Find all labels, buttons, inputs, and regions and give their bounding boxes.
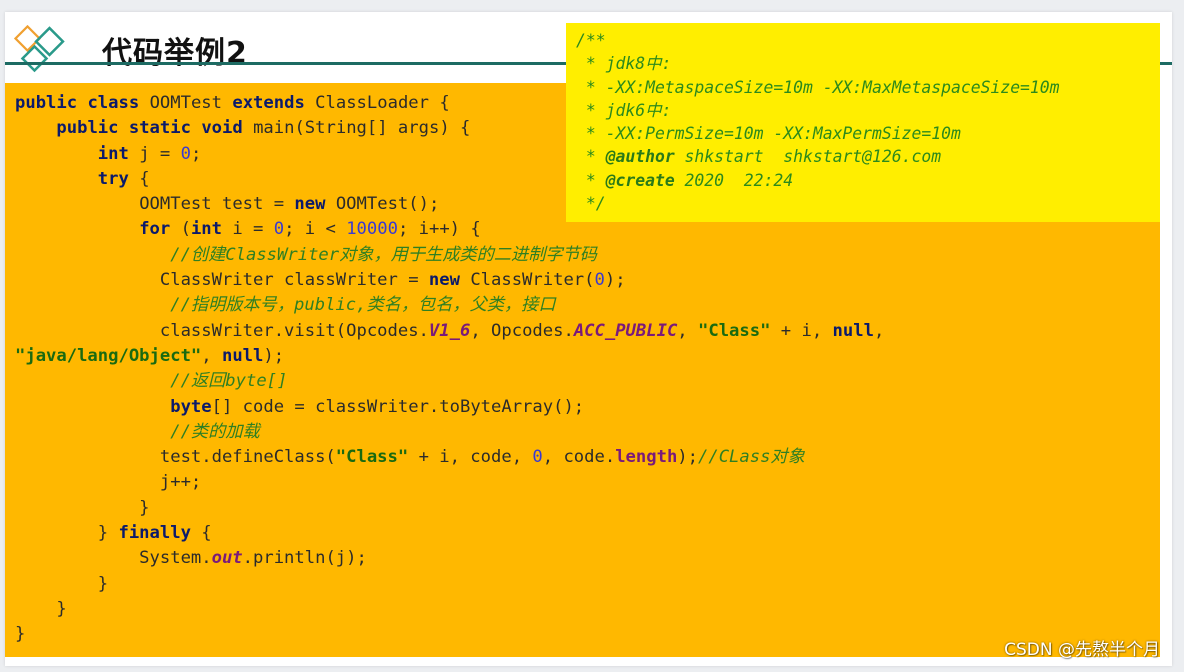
code-comment: //指明版本号，public,类名，包名，父类，接口 [170, 295, 556, 316]
slide-title: 代码举例2 [102, 36, 248, 71]
code-comment: //CLass对象 [698, 447, 805, 468]
code-comment: //类的加载 [170, 421, 260, 442]
code-comment: //创建ClassWriter对象，用于生成类的二进制字节码 [170, 244, 597, 265]
jvm-options-comment: /** * jdk8中: * -XX:MetaspaceSize=10m -XX… [566, 23, 1160, 222]
code-comment: //返回byte[] [170, 371, 288, 392]
csdn-watermark: CSDN @先熬半个月 [1004, 640, 1160, 660]
comment-text: /** * jdk8中: * -XX:MetaspaceSize=10m -XX… [576, 31, 1060, 214]
diamond-logo-icon [13, 24, 65, 73]
